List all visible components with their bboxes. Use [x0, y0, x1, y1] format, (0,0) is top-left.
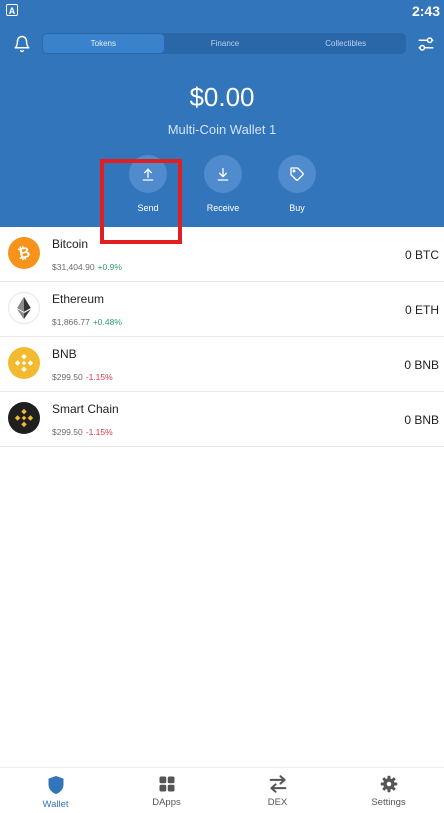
bnb-logo-icon — [8, 347, 40, 379]
bitcoin-logo-icon: ₿ — [8, 237, 40, 269]
app-notification-icon: A — [6, 4, 18, 16]
nav-dex-label: DEX — [267, 797, 288, 808]
token-price-line: $1,866.77 +0.48% — [52, 317, 122, 327]
token-price: $1,866.77 — [52, 317, 90, 327]
token-balance: 0 BTC — [404, 248, 439, 262]
token-row-bnb[interactable]: BNB $299.50 -1.15% 0 BNB — [0, 337, 444, 392]
download-arrow-icon — [204, 155, 242, 193]
svg-text:₿: ₿ — [16, 243, 32, 263]
nav-dex[interactable]: DEX — [222, 768, 333, 813]
nav-dapps[interactable]: DApps — [111, 768, 222, 813]
wallet-name[interactable]: Multi-Coin Wallet 1 — [0, 122, 444, 137]
tab-finance[interactable]: Finance — [165, 33, 286, 54]
total-balance: $0.00 — [189, 82, 255, 112]
buy-button[interactable]: Buy — [267, 155, 327, 213]
token-change: +0.9% — [97, 262, 122, 272]
nav-wallet[interactable]: Wallet — [0, 768, 111, 813]
token-balance: 0 BNB — [404, 358, 439, 372]
token-change: -1.15% — [85, 372, 113, 382]
bottom-navigation: Wallet DApps DEX Settings — [0, 767, 444, 813]
token-price-line: $299.50 -1.15% — [52, 427, 113, 437]
token-price: $31,404.90 — [52, 262, 95, 272]
token-list: ₿ Bitcoin $31,404.90 +0.9% 0 BTC Ethereum… — [0, 227, 444, 447]
asset-tabs: Tokens Finance Collectibles — [42, 33, 406, 54]
nav-dapps-label: DApps — [152, 797, 181, 808]
token-price-line: $299.50 -1.15% — [52, 372, 113, 382]
token-row-ethereum[interactable]: Ethereum $1,866.77 +0.48% 0 ETH — [0, 282, 444, 337]
gear-icon — [380, 775, 397, 793]
tab-collectibles[interactable]: Collectibles — [285, 33, 406, 54]
ethereum-logo-icon — [8, 292, 40, 324]
receive-button[interactable]: Receive — [193, 155, 253, 213]
token-name: BNB — [52, 347, 77, 361]
token-change: +0.48% — [92, 317, 122, 327]
bell-icon[interactable] — [6, 28, 38, 60]
nav-wallet-label: Wallet — [42, 799, 69, 810]
shield-icon — [48, 776, 63, 794]
status-time: 2:43 — [411, 3, 440, 19]
grid-icon — [159, 776, 174, 792]
token-balance: 0 ETH — [404, 303, 439, 317]
swap-arrows-icon — [269, 775, 286, 793]
token-price: $299.50 — [52, 372, 83, 382]
buy-label: Buy — [289, 203, 305, 213]
wallet-header: Tokens Finance Collectibles $0.00 Multi-… — [0, 24, 444, 244]
receive-label: Receive — [206, 203, 240, 213]
token-change: -1.15% — [85, 427, 113, 437]
nav-settings[interactable]: Settings — [333, 768, 444, 813]
token-balance: 0 BNB — [404, 413, 439, 427]
tag-icon — [278, 155, 316, 193]
token-name: Bitcoin — [52, 237, 89, 251]
filter-sliders-icon[interactable] — [410, 28, 442, 60]
nav-settings-label: Settings — [371, 797, 406, 808]
smart-chain-logo-icon — [8, 402, 40, 434]
token-price: $299.50 — [52, 427, 83, 437]
tab-tokens[interactable]: Tokens — [43, 34, 164, 53]
status-bar: A 2:43 — [0, 0, 444, 24]
token-name: Smart Chain — [52, 402, 119, 416]
token-row-smart-chain[interactable]: Smart Chain $299.50 -1.15% 0 BNB — [0, 392, 444, 447]
token-price-line: $31,404.90 +0.9% — [52, 262, 122, 272]
token-name: Ethereum — [52, 292, 105, 306]
token-row-bitcoin[interactable]: ₿ Bitcoin $31,404.90 +0.9% 0 BTC — [0, 227, 444, 282]
